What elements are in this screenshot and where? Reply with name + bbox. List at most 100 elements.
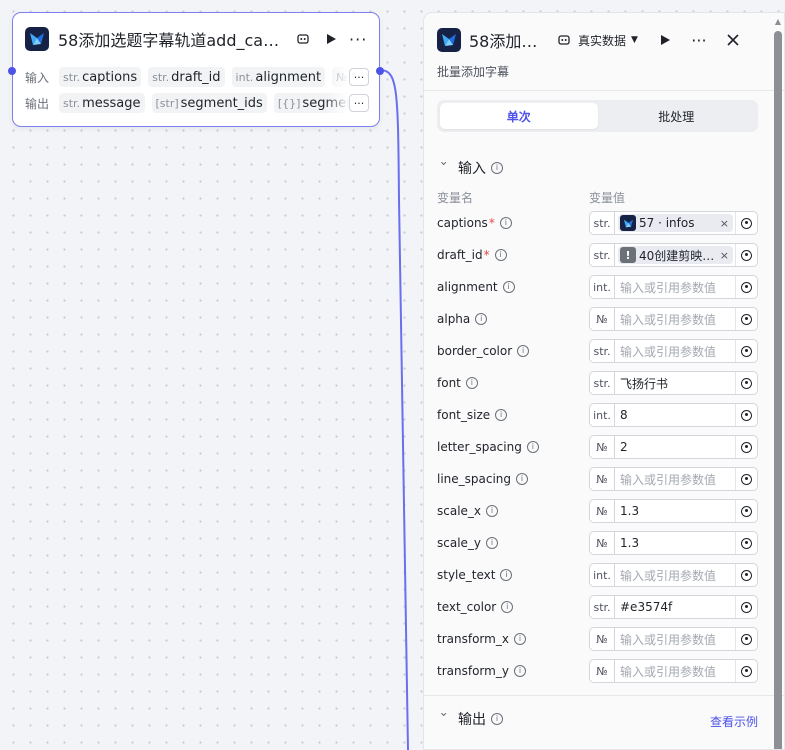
panel-scrollbar[interactable] <box>774 31 782 749</box>
close-icon[interactable] <box>722 29 744 51</box>
info-icon[interactable]: i <box>465 377 478 389</box>
param-field-alpha[interactable]: № 输入或引用参数值 <box>589 307 758 331</box>
panel-title: 58添加… <box>469 32 538 51</box>
robot-icon <box>558 35 570 45</box>
param-field-border-color[interactable]: str. 输入或引用参数值 <box>589 339 758 363</box>
param-value-input[interactable]: 1.3 <box>615 504 735 518</box>
param-value-input[interactable]: 输入或引用参数值 <box>615 663 735 680</box>
scroll-up-icon[interactable]: ▲ <box>775 17 781 26</box>
reference-target-icon[interactable] <box>735 372 757 394</box>
param-field-style-text[interactable]: int. 输入或引用参数值 <box>589 563 758 587</box>
info-icon[interactable]: i <box>502 281 515 293</box>
info-icon[interactable]: i <box>491 162 503 174</box>
reference-target-icon[interactable] <box>735 596 757 618</box>
param-value-input[interactable]: #e3574f <box>615 600 735 614</box>
reference-target-icon[interactable] <box>735 404 757 426</box>
warning-icon: ! <box>620 247 636 263</box>
info-icon[interactable]: i <box>513 665 526 677</box>
inputs-more-button[interactable]: ··· <box>349 68 369 86</box>
param-value-input[interactable]: 输入或引用参数值 <box>615 343 735 360</box>
output-section-title: 输出 <box>458 712 486 728</box>
output-port[interactable] <box>376 67 384 75</box>
clear-icon[interactable]: × <box>720 217 729 230</box>
param-value-input[interactable]: 输入或引用参数值 <box>615 567 735 584</box>
param-name: draft_id * i <box>437 248 589 262</box>
info-icon[interactable]: i <box>513 633 526 645</box>
data-mode-dropdown[interactable]: 真实数据 ▼ <box>557 32 638 49</box>
param-value-input[interactable]: 输入或引用参数值 <box>615 471 735 488</box>
info-icon[interactable]: i <box>491 713 503 725</box>
tab-single[interactable]: 单次 <box>440 103 598 129</box>
param-name: alpha i <box>437 312 589 326</box>
info-icon[interactable]: i <box>517 345 530 357</box>
reference-target-icon[interactable] <box>735 660 757 682</box>
param-value-input[interactable]: 输入或引用参数值 <box>615 311 735 328</box>
run-node-button[interactable] <box>654 29 676 51</box>
output-section-toggle[interactable]: › 输出 i <box>437 708 503 730</box>
node-more-icon[interactable]: ··· <box>347 28 369 50</box>
info-icon[interactable]: i <box>516 473 529 485</box>
run-node-button[interactable] <box>320 28 342 50</box>
column-header-value: 变量值 <box>589 191 626 205</box>
param-field-transform-x[interactable]: № 输入或引用参数值 <box>589 627 758 651</box>
view-example-link[interactable]: 查看示例 <box>710 713 758 730</box>
reference-target-icon[interactable] <box>735 628 757 650</box>
robot-icon[interactable] <box>292 28 314 50</box>
param-field-draft-id[interactable]: str.! 40创建剪映… · × <box>589 243 758 267</box>
param-field-line-spacing[interactable]: № 输入或引用参数值 <box>589 467 758 491</box>
info-icon[interactable]: i <box>494 249 507 261</box>
info-icon[interactable]: i <box>475 313 488 325</box>
param-field-transform-y[interactable]: № 输入或引用参数值 <box>589 659 758 683</box>
tab-batch[interactable]: 批处理 <box>598 103 756 129</box>
param-field-alignment[interactable]: int. 输入或引用参数值 <box>589 275 758 299</box>
reference-target-icon[interactable] <box>735 276 757 298</box>
param-field-captions[interactable]: str. 57 · infos × <box>589 211 758 235</box>
reference-target-icon[interactable] <box>735 212 757 234</box>
outputs-more-button[interactable]: ··· <box>349 94 369 112</box>
reference-target-icon[interactable] <box>735 564 757 586</box>
param-value-input[interactable]: 输入或引用参数值 <box>615 279 735 296</box>
panel-more-icon[interactable]: ··· <box>688 29 710 51</box>
param-value-input[interactable]: 2 <box>615 440 735 454</box>
info-icon[interactable]: i <box>500 569 513 581</box>
param-value-input[interactable]: 1.3 <box>615 536 735 550</box>
info-icon[interactable]: i <box>486 505 499 517</box>
reference-tag[interactable]: ! 40创建剪映… · × <box>618 246 733 264</box>
info-icon[interactable]: i <box>486 537 499 549</box>
param-field-letter-spacing[interactable]: № 2 <box>589 435 758 459</box>
plugin-logo-icon <box>25 27 49 51</box>
param-value-input[interactable]: 飞扬行书 <box>615 375 735 392</box>
info-icon[interactable]: i <box>526 441 539 453</box>
param-row-transform-y: transform_y i № 输入或引用参数值 <box>437 659 758 683</box>
reference-target-icon[interactable] <box>735 500 757 522</box>
param-row-scale-x: scale_x i № 1.3 <box>437 499 758 523</box>
input-label: 输入 <box>25 70 50 85</box>
chevron-down-icon: › <box>437 712 451 717</box>
param-field-scale-y[interactable]: № 1.3 <box>589 531 758 555</box>
param-name: font_size i <box>437 408 589 422</box>
output-chip-segments: [{}]segments <box>273 93 349 113</box>
param-field-scale-x[interactable]: № 1.3 <box>589 499 758 523</box>
param-field-font-size[interactable]: int. 8 <box>589 403 758 427</box>
param-field-text-color[interactable]: str. #e3574f <box>589 595 758 619</box>
param-name: text_color i <box>437 600 589 614</box>
reference-target-icon[interactable] <box>735 308 757 330</box>
param-value-input[interactable]: 8 <box>615 408 735 422</box>
info-icon[interactable]: i <box>501 601 514 613</box>
reference-target-icon[interactable] <box>735 532 757 554</box>
reference-tag[interactable]: 57 · infos × <box>618 214 733 232</box>
type-badge: str. <box>590 212 615 234</box>
param-row-captions: captions * i str. 57 · infos × <box>437 211 758 235</box>
plugin-node-card[interactable]: 58添加选题字幕轨道add_cap… ··· 输入 str. captions s… <box>8 12 384 127</box>
input-section-toggle[interactable]: › 输入 i <box>437 157 503 179</box>
reference-target-icon[interactable] <box>735 244 757 266</box>
input-port[interactable] <box>8 67 16 75</box>
info-icon[interactable]: i <box>495 409 508 421</box>
reference-target-icon[interactable] <box>735 436 757 458</box>
param-value-input[interactable]: 输入或引用参数值 <box>615 631 735 648</box>
clear-icon[interactable]: × <box>720 249 729 262</box>
info-icon[interactable]: i <box>499 217 512 229</box>
param-field-font[interactable]: str. 飞扬行书 <box>589 371 758 395</box>
reference-target-icon[interactable] <box>735 468 757 490</box>
reference-target-icon[interactable] <box>735 340 757 362</box>
